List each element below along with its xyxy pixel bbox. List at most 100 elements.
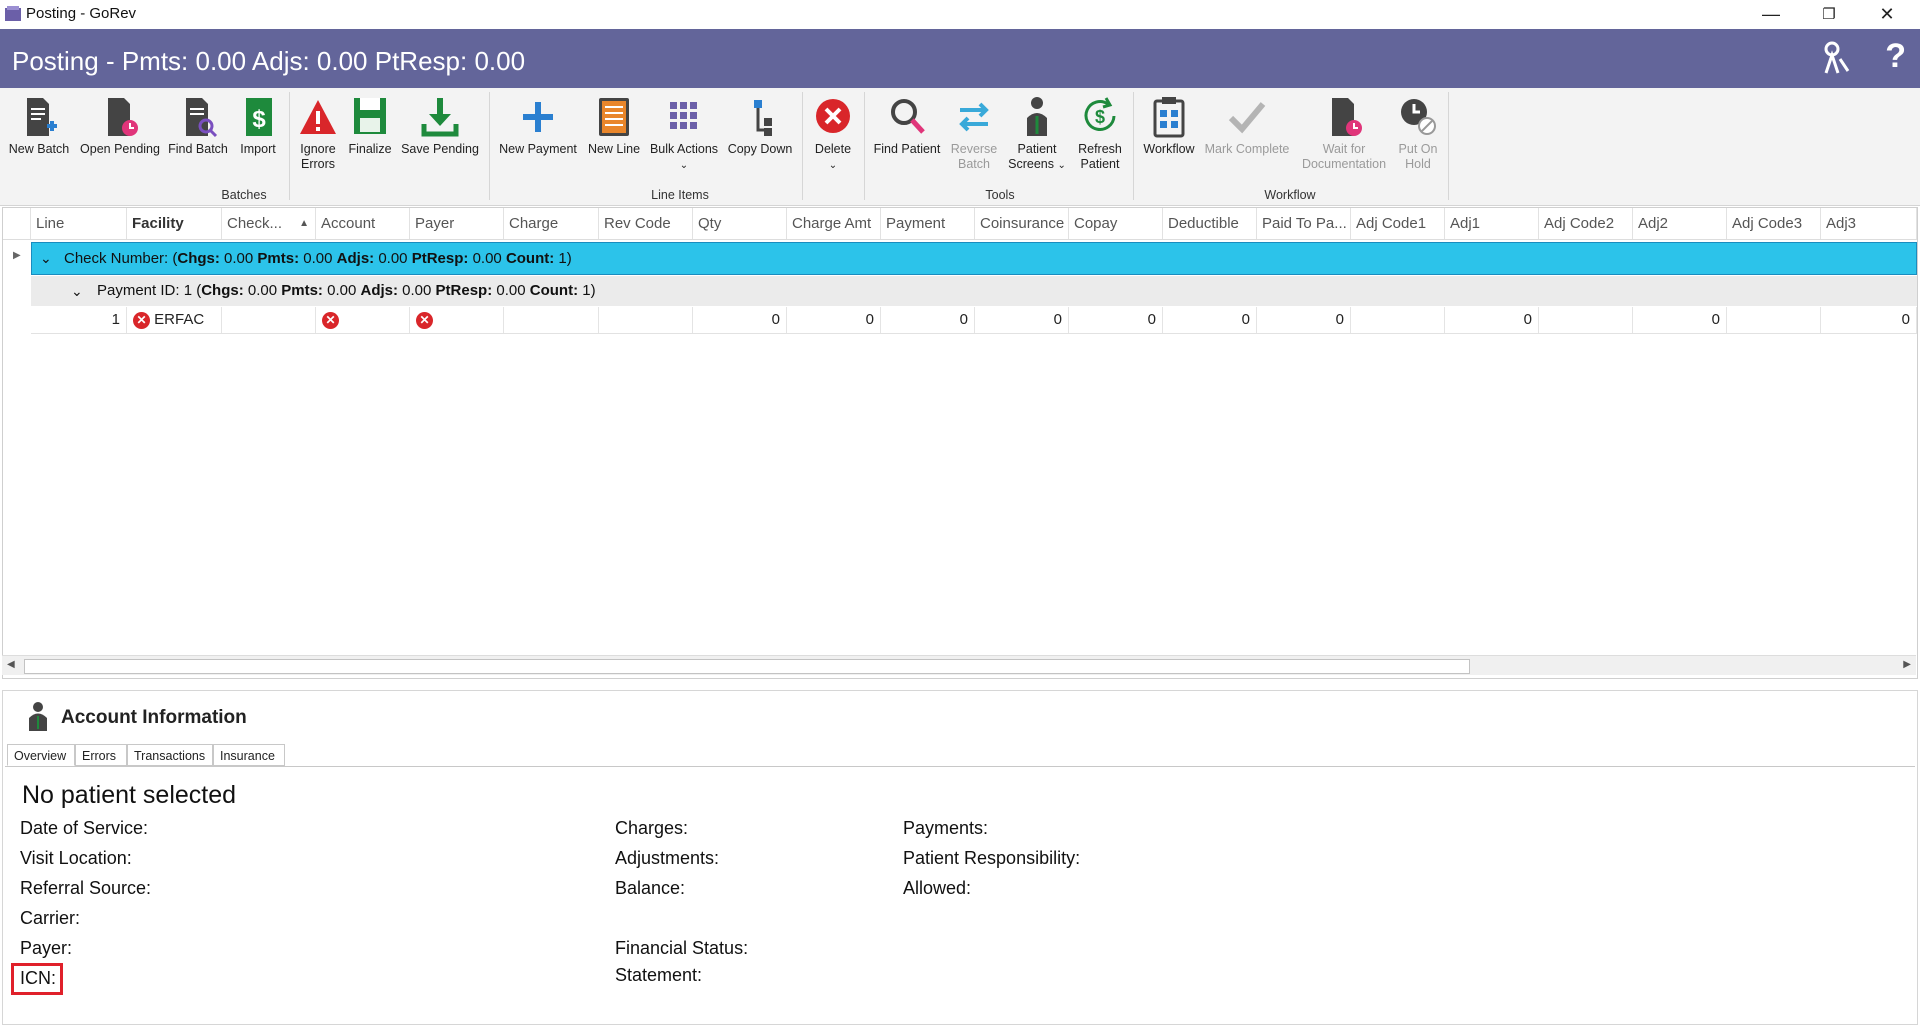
scroll-right-icon[interactable]: ▶ bbox=[1903, 659, 1911, 670]
refresh-patient-button[interactable]: $ Refresh Patient bbox=[1072, 94, 1128, 172]
column-header-payment[interactable]: Payment bbox=[881, 208, 975, 239]
cell-coinsurance[interactable]: 0 bbox=[975, 307, 1069, 333]
document-clock-icon bbox=[1332, 98, 1362, 136]
put-on-hold-button[interactable]: Put On Hold bbox=[1392, 94, 1444, 172]
cell-adj2[interactable]: 0 bbox=[1633, 307, 1727, 333]
allowed-label: Allowed: bbox=[903, 878, 972, 898]
cell-adj-code2[interactable] bbox=[1539, 307, 1633, 333]
open-pending-button[interactable]: Open Pending bbox=[78, 94, 162, 157]
cell-payer[interactable]: ✕ bbox=[410, 307, 504, 333]
ignore-errors-button[interactable]: Ignore Errors bbox=[294, 94, 342, 172]
pmts-label: Pmts: bbox=[257, 250, 300, 267]
scroll-left-icon[interactable]: ◀ bbox=[7, 659, 15, 670]
column-header-adj-code3[interactable]: Adj Code3 bbox=[1727, 208, 1821, 239]
restore-button[interactable]: ❐ bbox=[1800, 0, 1858, 29]
pmts-value: 0.00 bbox=[303, 250, 333, 267]
column-header-coinsurance[interactable]: Coinsurance bbox=[975, 208, 1069, 239]
column-header-paid-to-pa[interactable]: Paid To Pa... bbox=[1257, 208, 1351, 239]
cell-adj-code3[interactable] bbox=[1727, 307, 1821, 333]
column-header-rev-code[interactable]: Rev Code bbox=[599, 208, 693, 239]
new-payment-button[interactable]: New Payment bbox=[496, 94, 580, 157]
ribbon-group-batches: Batches bbox=[221, 188, 267, 202]
find-batch-button[interactable]: Find Batch bbox=[166, 94, 230, 157]
cell-facility[interactable]: ✕ ERFAC bbox=[127, 307, 222, 333]
cell-charge-amt[interactable]: 0 bbox=[787, 307, 881, 333]
chevron-down-icon[interactable]: ⌄ bbox=[71, 276, 83, 306]
tab-overview[interactable]: Overview bbox=[7, 744, 75, 766]
column-header-payer[interactable]: Payer bbox=[410, 208, 504, 239]
charges-label: Charges: bbox=[615, 818, 689, 838]
column-header-adj1[interactable]: Adj1 bbox=[1445, 208, 1539, 239]
cell-deductible[interactable]: 0 bbox=[1163, 307, 1257, 333]
chgs-label: Chgs: bbox=[177, 250, 220, 267]
tab-transactions[interactable]: Transactions bbox=[127, 744, 213, 766]
finalize-button[interactable]: Finalize bbox=[346, 94, 394, 157]
refresh-dollar-icon: $ bbox=[1084, 97, 1116, 131]
user-access-icon[interactable] bbox=[1820, 41, 1852, 75]
cell-rev-code[interactable] bbox=[599, 307, 693, 333]
posting-grid[interactable]: Line Facility Check... ▲ Account Payer Ch… bbox=[2, 207, 1918, 679]
cell-adj3[interactable]: 0 bbox=[1821, 307, 1917, 333]
svg-text:$: $ bbox=[1095, 107, 1105, 127]
column-header-adj3[interactable]: Adj3 bbox=[1821, 208, 1917, 239]
payment-id-group-row[interactable]: ⌄ Payment ID: 1 (Chgs: 0.00 Pmts: 0.00 A… bbox=[31, 276, 1917, 306]
copy-down-button[interactable]: Copy Down bbox=[724, 94, 796, 157]
column-header-qty[interactable]: Qty bbox=[693, 208, 787, 239]
account-information-panel: Account Information Overview Errors Tran… bbox=[2, 690, 1918, 1025]
patient-screens-button[interactable]: Patient Screens ⌄ bbox=[1004, 94, 1070, 173]
warning-icon bbox=[300, 100, 336, 134]
window-title: Posting - GoRev bbox=[26, 5, 137, 22]
check-number-group-row[interactable]: ⌄ Check Number: (Chgs: 0.00 Pmts: 0.00 A… bbox=[31, 242, 1917, 275]
find-patient-button[interactable]: Find Patient bbox=[870, 94, 944, 157]
cell-payment[interactable]: 0 bbox=[881, 307, 975, 333]
tab-insurance[interactable]: Insurance bbox=[213, 744, 285, 766]
import-label: Import bbox=[240, 142, 276, 156]
bulk-actions-button[interactable]: Bulk Actions ⌄ bbox=[648, 94, 720, 173]
column-header-account[interactable]: Account bbox=[316, 208, 410, 239]
patient-icon bbox=[1027, 97, 1047, 136]
chevron-down-icon[interactable]: ⌄ bbox=[40, 243, 52, 274]
column-header-adj-code1[interactable]: Adj Code1 bbox=[1351, 208, 1445, 239]
mark-complete-button[interactable]: Mark Complete bbox=[1202, 94, 1292, 157]
close-button[interactable]: ✕ bbox=[1858, 0, 1916, 29]
cell-paid-to-pa[interactable]: 0 bbox=[1257, 307, 1351, 333]
cell-adj-code1[interactable] bbox=[1351, 307, 1445, 333]
cell-adj1[interactable]: 0 bbox=[1445, 307, 1539, 333]
row-expand-arrow-icon[interactable]: ▶ bbox=[13, 250, 21, 261]
horizontal-scrollbar[interactable]: ◀ ▶ bbox=[2, 655, 1916, 675]
column-header-facility[interactable]: Facility bbox=[127, 208, 222, 239]
new-batch-button[interactable]: New Batch bbox=[6, 94, 72, 157]
save-pending-button[interactable]: Save Pending bbox=[398, 94, 482, 157]
magnifier-icon bbox=[891, 99, 925, 134]
column-header-copay[interactable]: Copay bbox=[1069, 208, 1163, 239]
cell-copay[interactable]: 0 bbox=[1069, 307, 1163, 333]
reverse-arrows-icon bbox=[959, 102, 989, 132]
page-title: Posting - Pmts: 0.00 Adjs: 0.00 PtResp: … bbox=[12, 46, 526, 76]
column-header-adj2[interactable]: Adj2 bbox=[1633, 208, 1727, 239]
column-header-check[interactable]: Check... ▲ bbox=[222, 208, 316, 239]
reverse-batch-button[interactable]: Reverse Batch bbox=[946, 94, 1002, 172]
column-header-adj-code2[interactable]: Adj Code2 bbox=[1539, 208, 1633, 239]
delete-button[interactable]: Delete ⌄ bbox=[808, 94, 858, 173]
column-header-deductible[interactable]: Deductible bbox=[1163, 208, 1257, 239]
cell-qty[interactable]: 0 bbox=[693, 307, 787, 333]
cell-line[interactable]: 1 bbox=[31, 307, 127, 333]
scrollbar-thumb[interactable] bbox=[24, 659, 1470, 674]
cell-account[interactable]: ✕ bbox=[316, 307, 410, 333]
sort-ascending-icon: ▲ bbox=[299, 218, 309, 229]
minimize-button[interactable]: — bbox=[1742, 0, 1800, 29]
column-header-charge[interactable]: Charge bbox=[504, 208, 599, 239]
wait-documentation-button[interactable]: Wait for Documentation bbox=[1298, 94, 1390, 172]
column-header-charge-amt[interactable]: Charge Amt bbox=[787, 208, 881, 239]
import-button[interactable]: $ Import bbox=[234, 94, 282, 157]
adjs-value: 0.00 bbox=[402, 282, 432, 299]
ptresp-value: 0.00 bbox=[496, 282, 526, 299]
workflow-button[interactable]: Workflow bbox=[1138, 94, 1200, 157]
column-header-line[interactable]: Line bbox=[31, 208, 127, 239]
cell-charge[interactable] bbox=[504, 307, 599, 333]
cell-check[interactable] bbox=[222, 307, 316, 333]
table-row[interactable]: 1 ✕ ERFAC ✕ ✕ 0 0 0 0 0 0 0 0 0 0 bbox=[31, 307, 1917, 334]
new-line-button[interactable]: New Line bbox=[584, 94, 644, 157]
tab-errors[interactable]: Errors bbox=[75, 744, 127, 766]
help-icon[interactable]: ? bbox=[1885, 37, 1906, 76]
